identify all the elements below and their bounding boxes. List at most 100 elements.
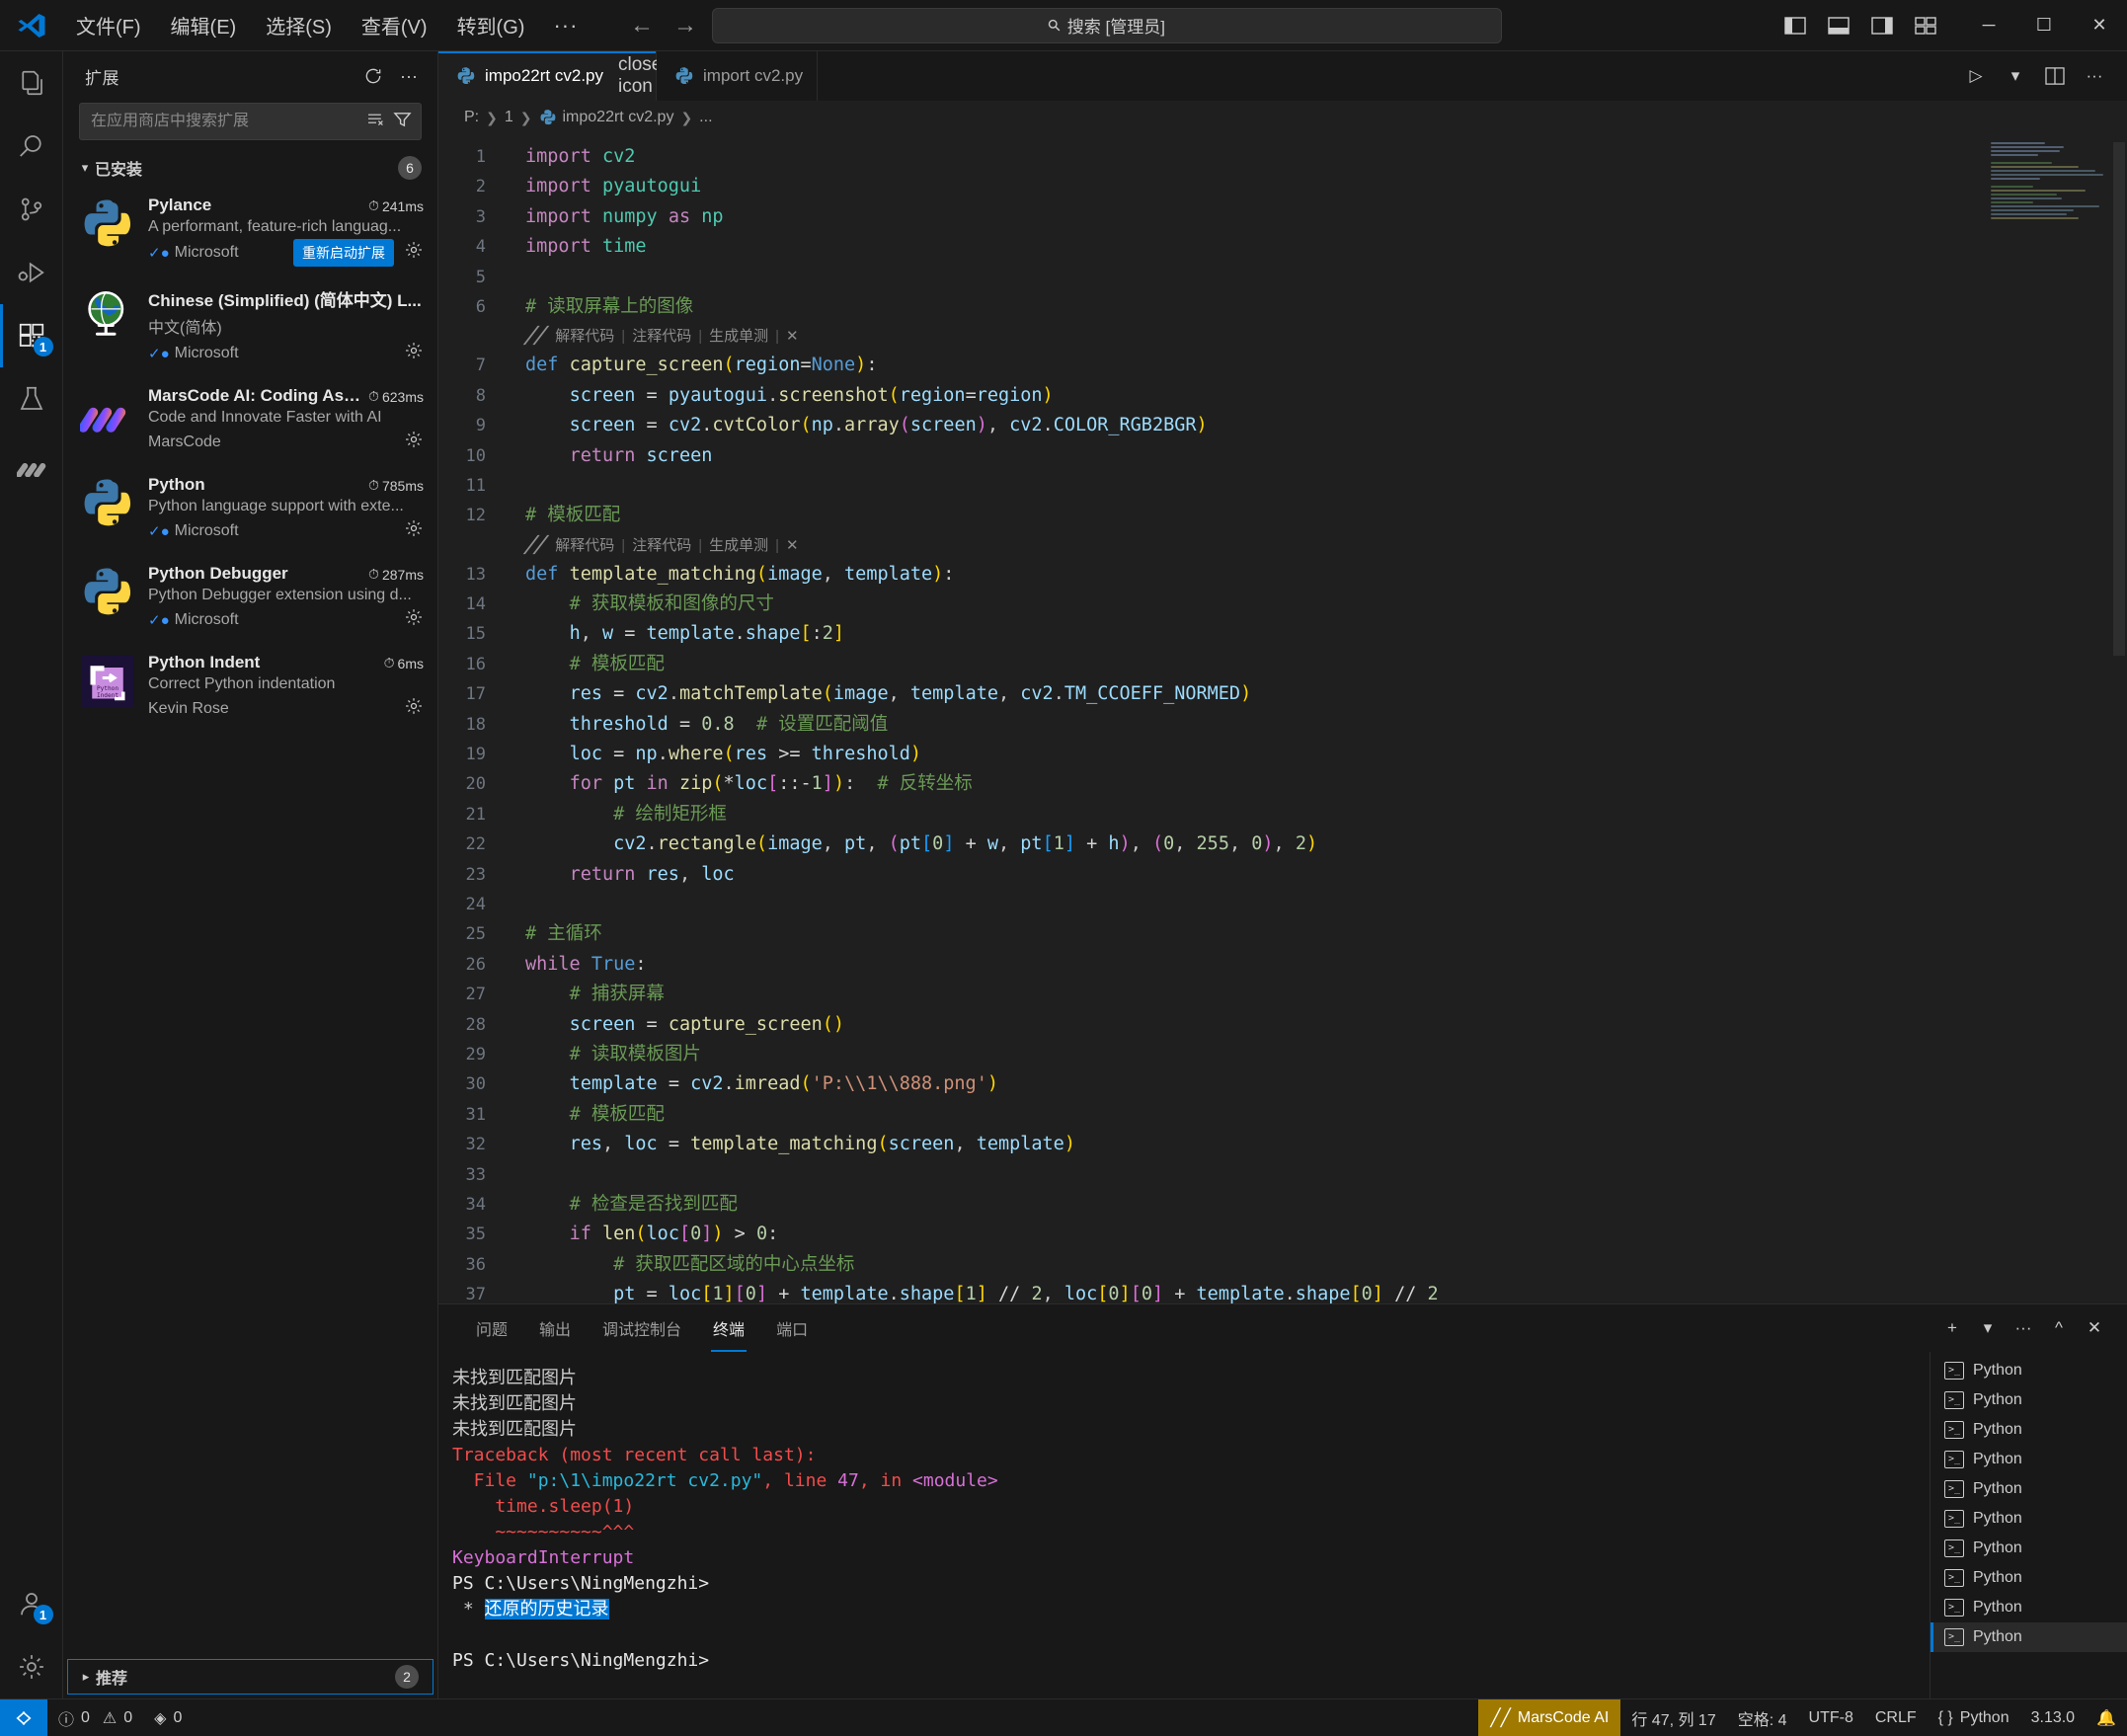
editor-more-icon[interactable]: ··· [2076, 57, 2113, 95]
breadcrumb-file[interactable]: impo22rt cv2.py [539, 109, 674, 126]
breadcrumb-folder[interactable]: 1 [505, 109, 513, 126]
panel-tab-output[interactable]: 输出 [523, 1304, 587, 1352]
notifications-bell-icon[interactable]: 🔔 [2086, 1699, 2127, 1736]
maximize-panel-icon[interactable]: ^ [2042, 1311, 2076, 1345]
window-close-button[interactable]: ✕ [2072, 0, 2127, 51]
terminal-suggestion[interactable]: * 还原的历史记录 [452, 1599, 609, 1619]
terminal-tab[interactable]: >_Python [1930, 1534, 2127, 1563]
extension-item-marscode[interactable]: MarsCode AI: Coding Ass... ⏱623ms Code a… [63, 376, 437, 465]
terminal-tab[interactable]: >_Python [1930, 1385, 2127, 1415]
activity-extensions[interactable]: 1 [0, 304, 63, 367]
code-content[interactable]: import cv2import pyautoguiimport numpy a… [502, 134, 2127, 1303]
toggle-secondary-sidebar-icon[interactable] [1860, 6, 1904, 45]
extension-item-chinese[interactable]: Chinese (Simplified) (简体中文) L... 中文(简体) … [63, 276, 437, 376]
activity-run-debug[interactable] [0, 241, 63, 304]
filter-icon[interactable] [389, 111, 415, 132]
language-mode[interactable]: { }Python [1928, 1699, 2020, 1736]
codelens-link[interactable]: 解释代码 [548, 322, 621, 351]
terminal-tab-active[interactable]: >_Python [1930, 1622, 2127, 1652]
end-of-line[interactable]: CRLF [1864, 1699, 1928, 1736]
cursor-position[interactable]: 行 47, 列 17 [1620, 1699, 1726, 1736]
codelens-link[interactable]: 注释代码 [625, 322, 698, 351]
toggle-primary-sidebar-icon[interactable] [1773, 6, 1817, 45]
panel-tab-terminal[interactable]: 终端 [697, 1304, 760, 1352]
extension-item-python[interactable]: Python ⏱785ms Python language support wi… [63, 465, 437, 554]
recommended-section-header[interactable]: ▸ 推荐 2 [67, 1659, 433, 1695]
menu-selection[interactable]: 选择(S) [253, 6, 345, 44]
terminal-tab[interactable]: >_Python [1930, 1415, 2127, 1445]
panel-tab-ports[interactable]: 端口 [760, 1304, 824, 1352]
chevron-down-icon[interactable]: ▾ [1971, 1311, 2005, 1345]
run-python-file-icon[interactable]: ▷ [1957, 57, 1995, 95]
menu-more-icon[interactable]: ··· [541, 11, 590, 40]
menu-edit[interactable]: 编辑(E) [158, 6, 250, 44]
menu-file[interactable]: 文件(F) [63, 6, 154, 44]
terminal-tab[interactable]: >_Python [1930, 1474, 2127, 1504]
breadcrumb-symbol[interactable]: ... [699, 109, 712, 126]
indentation[interactable]: 空格: 4 [1727, 1699, 1798, 1736]
panel-more-icon[interactable]: ··· [2007, 1311, 2040, 1345]
terminal-tab[interactable]: >_Python [1930, 1356, 2127, 1385]
activity-search[interactable] [0, 115, 63, 178]
gear-icon[interactable] [404, 696, 424, 722]
extension-item-pylance[interactable]: Pylance ⏱241ms A performant, feature-ric… [63, 186, 437, 276]
editor-scrollbar[interactable] [2109, 134, 2127, 1303]
refresh-icon[interactable] [358, 61, 388, 91]
extension-item-python-debugger[interactable]: Python Debugger ⏱287ms Python Debugger e… [63, 554, 437, 643]
ports-status[interactable]: ◈0 [143, 1699, 193, 1736]
code-editor[interactable]: 123456 789101112 13141516171819202122232… [438, 134, 2127, 1303]
split-editor-icon[interactable] [2036, 57, 2074, 95]
chevron-down-icon[interactable]: ▾ [1997, 57, 2034, 95]
panel-tab-debug-console[interactable]: 调试控制台 [587, 1304, 697, 1352]
customize-layout-icon[interactable] [1904, 6, 1947, 45]
menu-view[interactable]: 查看(V) [349, 6, 440, 44]
terminal-output[interactable]: 未找到匹配图片 未找到匹配图片 未找到匹配图片 Traceback (most … [438, 1352, 1930, 1698]
activity-testing[interactable] [0, 367, 63, 431]
clear-list-icon[interactable] [363, 112, 389, 132]
terminal-tab[interactable]: >_Python [1930, 1445, 2127, 1474]
menu-go[interactable]: 转到(G) [444, 6, 538, 44]
codelens-close-icon[interactable]: ✕ [779, 322, 806, 351]
codelens-link[interactable]: 生成单测 [702, 531, 775, 560]
activity-marscode[interactable] [0, 431, 63, 494]
search-input[interactable] [91, 113, 363, 130]
extension-search-box[interactable] [79, 103, 422, 140]
navigate-forward-icon[interactable]: → [669, 12, 702, 39]
command-center-search[interactable]: ⚲ 搜索 [管理员] [712, 8, 1502, 43]
extension-item-python-indent[interactable]: PythonIndent Python Indent ⏱6ms Correct … [63, 643, 437, 732]
remote-window-button[interactable] [0, 1699, 47, 1736]
encoding[interactable]: UTF-8 [1798, 1699, 1864, 1736]
codelens-bar[interactable]: ╱╱解释代码|注释代码|生成单测|✕ [525, 322, 2127, 351]
marscode-status[interactable]: ╱╱ MarsCode AI [1478, 1699, 1620, 1736]
codelens-link[interactable]: 解释代码 [548, 531, 621, 560]
terminal-tab[interactable]: >_Python [1930, 1593, 2127, 1622]
installed-section-header[interactable]: ▾ 已安装 6 [63, 150, 437, 186]
problems-status[interactable]: ⓘ0 ⚠0 [47, 1699, 143, 1736]
tab-import-cv2[interactable]: import cv2.py [657, 51, 818, 101]
navigate-back-icon[interactable]: ← [625, 12, 659, 39]
window-minimize-button[interactable]: ─ [1961, 0, 2016, 51]
codelens-link[interactable]: 注释代码 [625, 531, 698, 560]
window-maximize-button[interactable]: ☐ [2016, 0, 2072, 51]
python-interpreter[interactable]: 3.13.0 [2020, 1699, 2086, 1736]
codelens-close-icon[interactable]: ✕ [779, 531, 806, 560]
close-icon[interactable]: close-icon [618, 54, 642, 98]
panel-tab-problems[interactable]: 问题 [460, 1304, 523, 1352]
breadcrumb-drive[interactable]: P: [464, 109, 479, 126]
terminal-tab[interactable]: >_Python [1930, 1504, 2127, 1534]
gear-icon[interactable] [404, 341, 424, 366]
gear-icon[interactable] [404, 518, 424, 544]
codelens-bar[interactable]: ╱╱解释代码|注释代码|生成单测|✕ [525, 531, 2127, 560]
codelens-link[interactable]: 生成单测 [702, 322, 775, 351]
gear-icon[interactable] [404, 240, 424, 266]
activity-settings[interactable] [0, 1635, 63, 1698]
toggle-panel-icon[interactable] [1817, 6, 1860, 45]
more-icon[interactable]: ··· [394, 61, 424, 91]
reload-extension-button[interactable]: 重新启动扩展 [293, 239, 394, 267]
activity-source-control[interactable] [0, 178, 63, 241]
plus-icon[interactable]: + [1935, 1311, 1969, 1345]
activity-explorer[interactable] [0, 51, 63, 115]
close-panel-icon[interactable]: ✕ [2078, 1311, 2111, 1345]
gear-icon[interactable] [404, 607, 424, 633]
tab-impo22rt-cv2[interactable]: impo22rt cv2.py close-icon [438, 51, 657, 101]
